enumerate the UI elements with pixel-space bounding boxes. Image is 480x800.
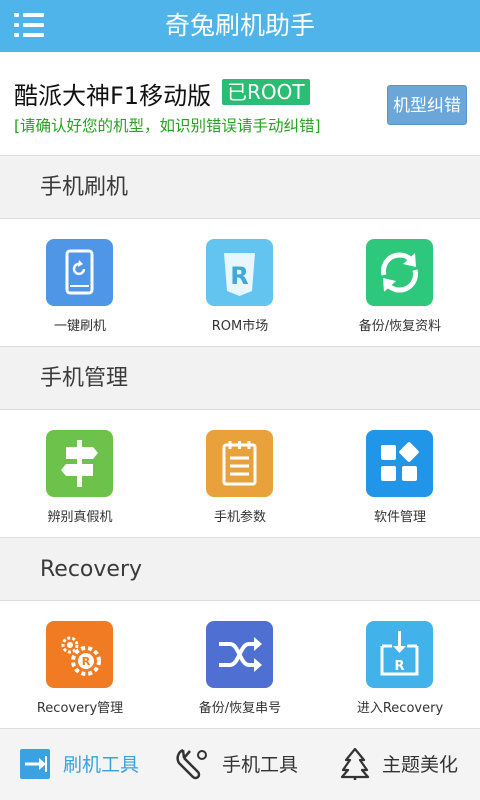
- one-click-flash-button[interactable]: 一键刷机: [0, 219, 160, 347]
- tab-phone-tools[interactable]: 手机工具: [160, 729, 320, 800]
- backup-restore-data-button[interactable]: 备份/恢复资料: [320, 219, 480, 347]
- section-title: Recovery: [40, 557, 143, 582]
- backup-restore-imei-button[interactable]: 备份/恢复串号: [160, 601, 320, 729]
- root-status-badge: 已ROOT: [222, 79, 310, 105]
- enter-recovery-button[interactable]: R 进入Recovery: [320, 601, 480, 729]
- recovery-tools-grid: R Recovery管理 备份/恢复串号 R 进入Recovery: [0, 601, 480, 729]
- manage-tools-grid: 辨别真假机 手机参数 软件管理: [0, 410, 480, 538]
- shuffle-icon: [206, 621, 273, 688]
- section-header-flash: 手机刷机: [0, 157, 480, 219]
- tab-label: 手机工具: [222, 754, 299, 776]
- rom-market-button[interactable]: R ROM市场: [160, 219, 320, 347]
- item-label: 备份/恢复串号: [198, 701, 282, 716]
- app-title: 奇兔刷机助手: [164, 11, 315, 40]
- section-title: 手机管理: [40, 366, 129, 391]
- tree-icon: [340, 747, 370, 780]
- bottom-tab-bar: 刷机工具 手机工具 主题美化: [0, 728, 480, 800]
- wrench-icon: [176, 748, 207, 780]
- model-correct-button[interactable]: 机型纠错: [387, 85, 467, 125]
- tab-label: 刷机工具: [63, 754, 140, 776]
- rom-market-icon: R: [206, 239, 273, 306]
- svg-text:R: R: [82, 655, 91, 668]
- sync-icon: [366, 239, 433, 306]
- flash-tools-grid: 一键刷机 R ROM市场 备份/恢复资料: [0, 219, 480, 347]
- app-header: 奇兔刷机助手: [0, 0, 480, 52]
- tab-flash-tools[interactable]: 刷机工具: [0, 729, 160, 800]
- phone-flash-icon: [46, 239, 113, 306]
- item-label: 进入Recovery: [356, 701, 444, 716]
- recovery-manage-button[interactable]: R Recovery管理: [0, 601, 160, 729]
- device-confirm-hint: [请确认好您的机型，如识别错误请手动纠错]: [14, 117, 321, 135]
- item-label: Recovery管理: [36, 701, 124, 716]
- app-manage-button[interactable]: 软件管理: [320, 410, 480, 538]
- section-title: 手机刷机: [40, 175, 129, 200]
- flash-tool-icon: [20, 749, 50, 779]
- item-label: 手机参数: [213, 510, 266, 525]
- svg-text:R: R: [230, 262, 248, 290]
- signpost-icon: [46, 430, 113, 497]
- item-label: 辨别真假机: [47, 510, 113, 525]
- device-model-name: 酷派大神F1移动版: [14, 82, 212, 110]
- recovery-gear-icon: R: [46, 621, 113, 688]
- apps-grid-icon: [366, 430, 433, 497]
- enter-recovery-icon: R: [366, 621, 433, 688]
- section-header-manage: 手机管理: [0, 348, 480, 410]
- item-label: ROM市场: [211, 319, 269, 334]
- notepad-icon: [206, 430, 273, 497]
- tab-theme[interactable]: 主题美化: [320, 729, 480, 800]
- item-label: 一键刷机: [53, 319, 106, 334]
- item-label: 备份/恢复资料: [358, 319, 442, 334]
- item-label: 软件管理: [373, 510, 426, 525]
- svg-text:R: R: [394, 659, 404, 674]
- identify-device-button[interactable]: 辨别真假机: [0, 410, 160, 538]
- tab-label: 主题美化: [382, 754, 459, 776]
- phone-params-button[interactable]: 手机参数: [160, 410, 320, 538]
- device-panel: 酷派大神F1移动版 已ROOT [请确认好您的机型，如识别错误请手动纠错] 机型…: [0, 52, 480, 156]
- section-header-recovery: Recovery: [0, 539, 480, 601]
